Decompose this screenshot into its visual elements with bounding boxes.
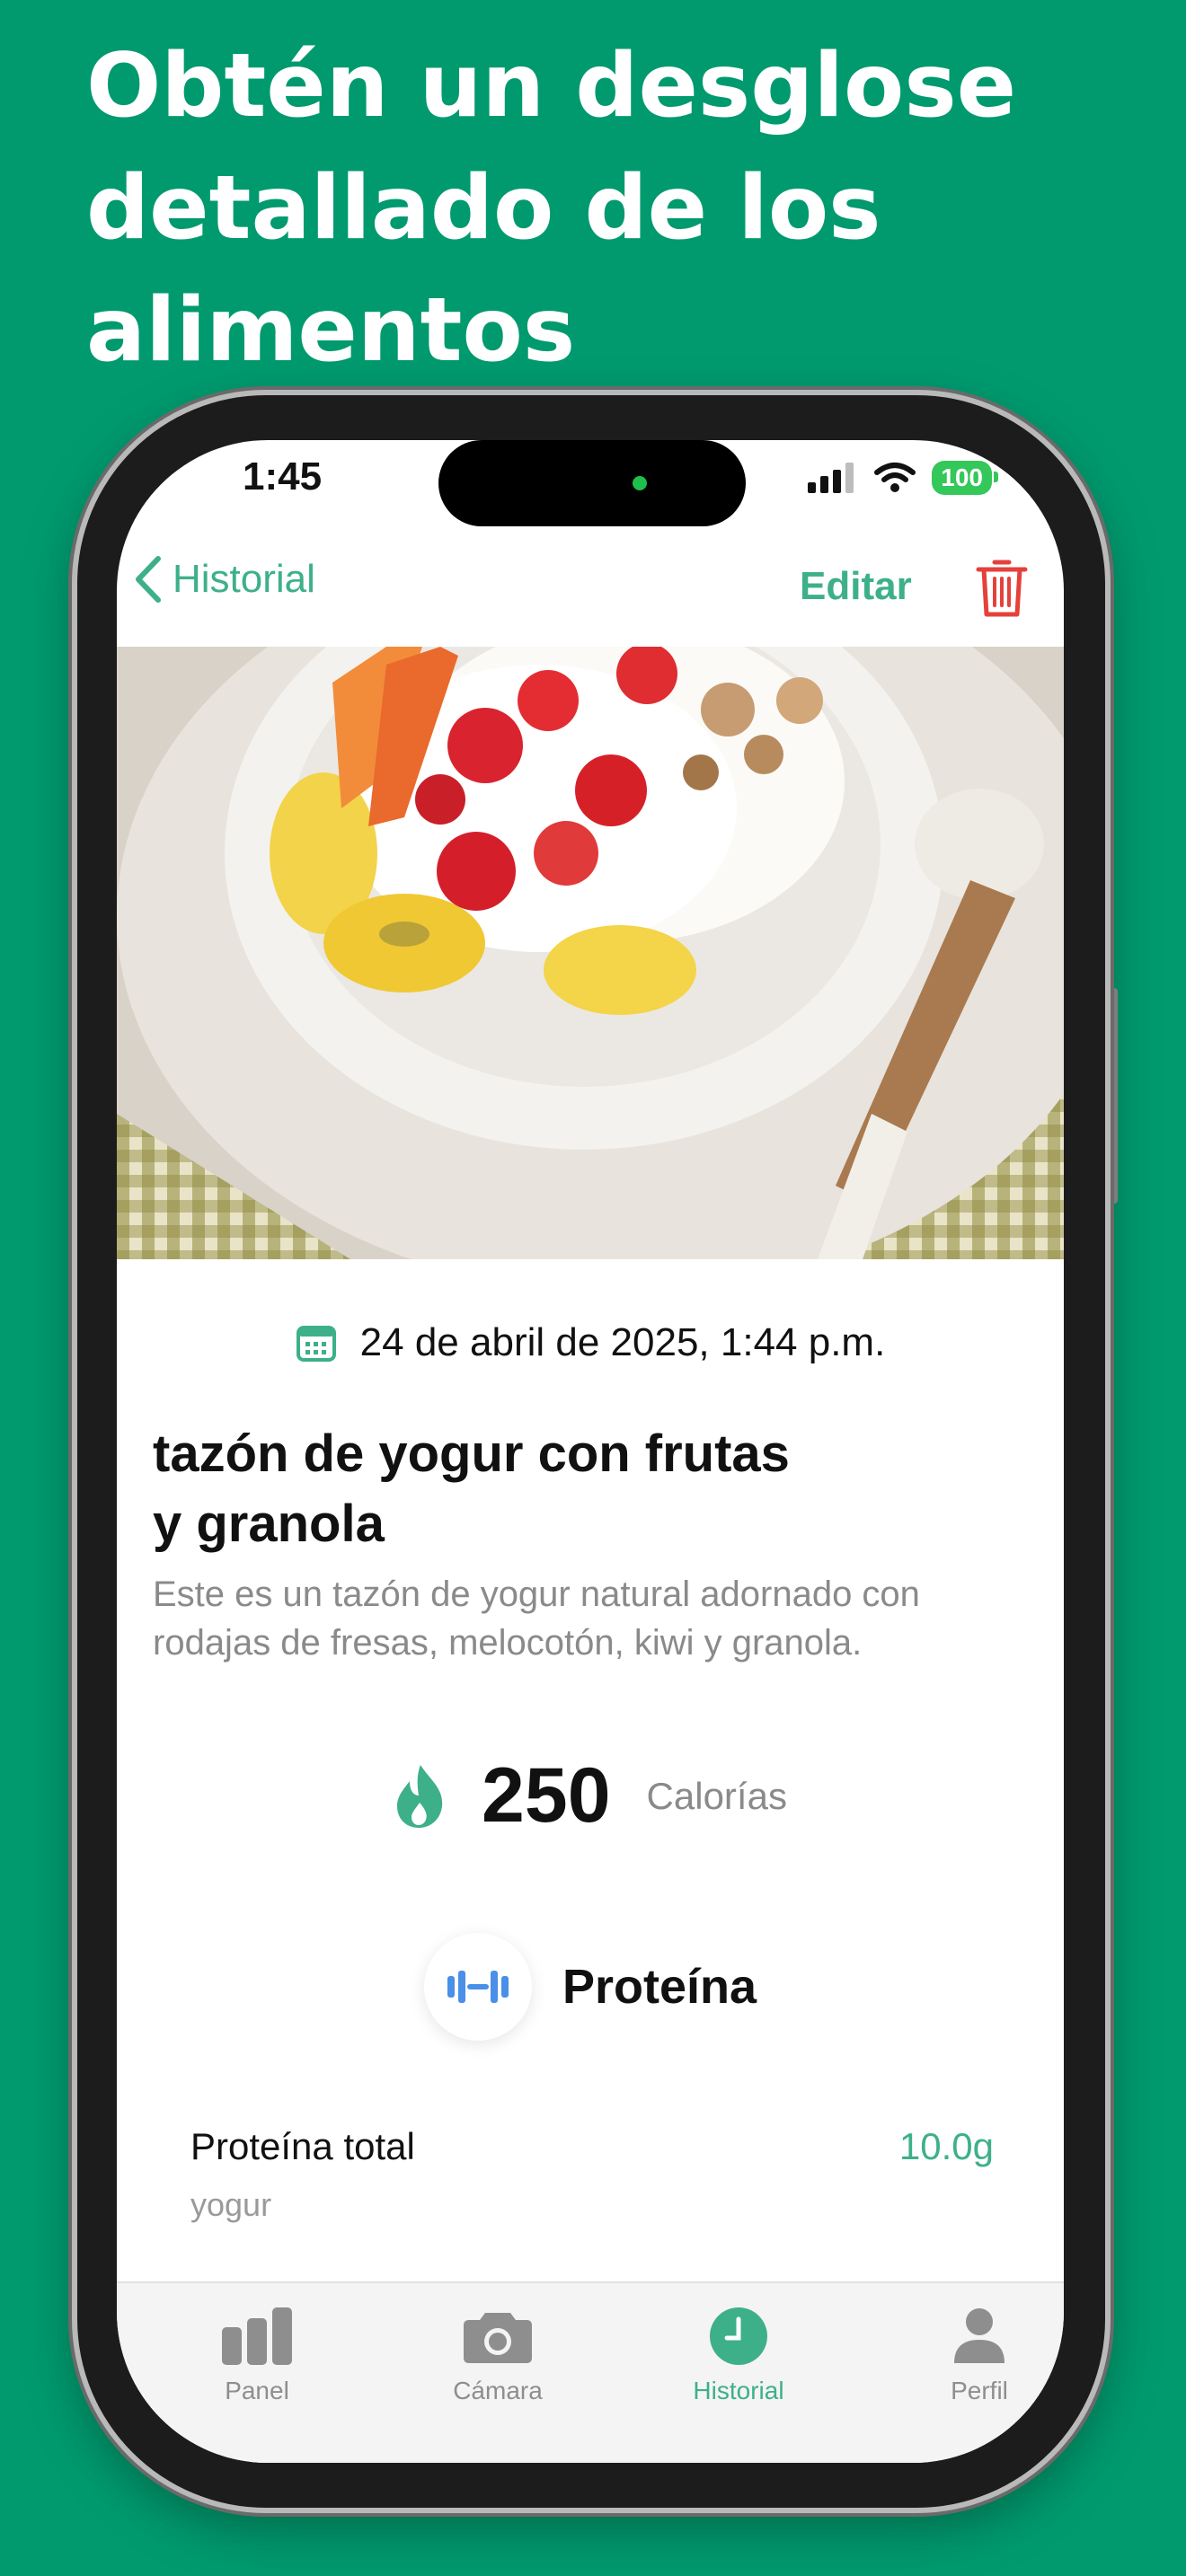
date-row: 24 de abril de 2025, 1:44 p.m. <box>117 1320 1064 1365</box>
power-button <box>1109 988 1118 1204</box>
navigation-bar: Historial Editar <box>117 539 1064 638</box>
edit-button[interactable]: Editar <box>800 564 912 609</box>
protein-total-label: Proteína total <box>190 2125 415 2167</box>
person-icon <box>954 2308 1005 2363</box>
protein-section-header: Proteína <box>117 1933 1064 2041</box>
back-button[interactable]: Historial <box>133 555 315 604</box>
tab-label: Historial <box>693 2377 784 2404</box>
status-time: 1:45 <box>243 454 323 498</box>
status-icons: 100 <box>808 460 998 496</box>
camera-icon <box>464 2313 532 2363</box>
bar-chart-icon <box>222 2307 292 2365</box>
protein-total-value: 10.0g <box>898 2125 994 2167</box>
volume-up-button <box>68 1123 77 1257</box>
calendar-icon <box>296 1326 336 1362</box>
delete-button[interactable] <box>975 557 1029 624</box>
chevron-left-icon <box>136 556 161 603</box>
tab-history[interactable]: Historial <box>649 2305 828 2405</box>
calories-label: Calorías <box>646 1774 787 1817</box>
battery-indicator: 100 <box>932 461 998 495</box>
headline: Obtén un desglose detallado de los alime… <box>86 35 1017 382</box>
meal-title: tazón de yogur con frutas y granola <box>153 1419 961 1559</box>
protein-heading: Proteína <box>562 1960 757 2014</box>
wifi-icon <box>874 463 916 492</box>
meal-title-line-1: tazón de yogur con frutas <box>153 1425 790 1483</box>
tab-label: Cámara <box>453 2377 543 2404</box>
meal-description: Este es un tazón de yogur natural adorna… <box>153 1575 920 1663</box>
phone-frame: 1:45 100 Historial Editar 24 de abril de… <box>77 395 1105 2508</box>
flame-icon <box>397 1764 443 1828</box>
tab-camera[interactable]: Cámara <box>408 2305 588 2405</box>
tab-profile[interactable]: Perfil <box>890 2305 1064 2405</box>
trash-icon <box>976 560 1028 617</box>
tab-bar: Panel Cámara Historial Perfil <box>117 2281 1064 2463</box>
calories-value: 250 <box>482 1752 611 1839</box>
yogurt-bowl-image <box>117 647 1064 1259</box>
meal-title-line-2: y granola <box>153 1495 385 1553</box>
back-label: Historial <box>173 557 315 601</box>
camera-indicator-dot <box>633 476 647 490</box>
protein-source: yogur <box>190 2186 272 2223</box>
meal-date: 24 de abril de 2025, 1:44 p.m. <box>359 1320 886 1364</box>
tab-panel[interactable]: Panel <box>167 2305 347 2405</box>
action-button <box>68 941 77 1031</box>
dumbbell-icon <box>447 1971 509 2003</box>
tab-label: Perfil <box>951 2377 1008 2404</box>
clock-icon <box>710 2307 767 2365</box>
calories-row: 250 Calorías <box>117 1751 1064 1840</box>
phone-screen: 1:45 100 Historial Editar 24 de abril de… <box>117 440 1064 2463</box>
signal-icon <box>808 463 854 493</box>
protein-icon-badge <box>423 1933 532 2041</box>
meal-photo <box>117 647 1064 1259</box>
dynamic-island <box>438 440 746 526</box>
status-bar: 1:45 100 <box>117 440 1064 539</box>
tab-label: Panel <box>225 2377 289 2404</box>
